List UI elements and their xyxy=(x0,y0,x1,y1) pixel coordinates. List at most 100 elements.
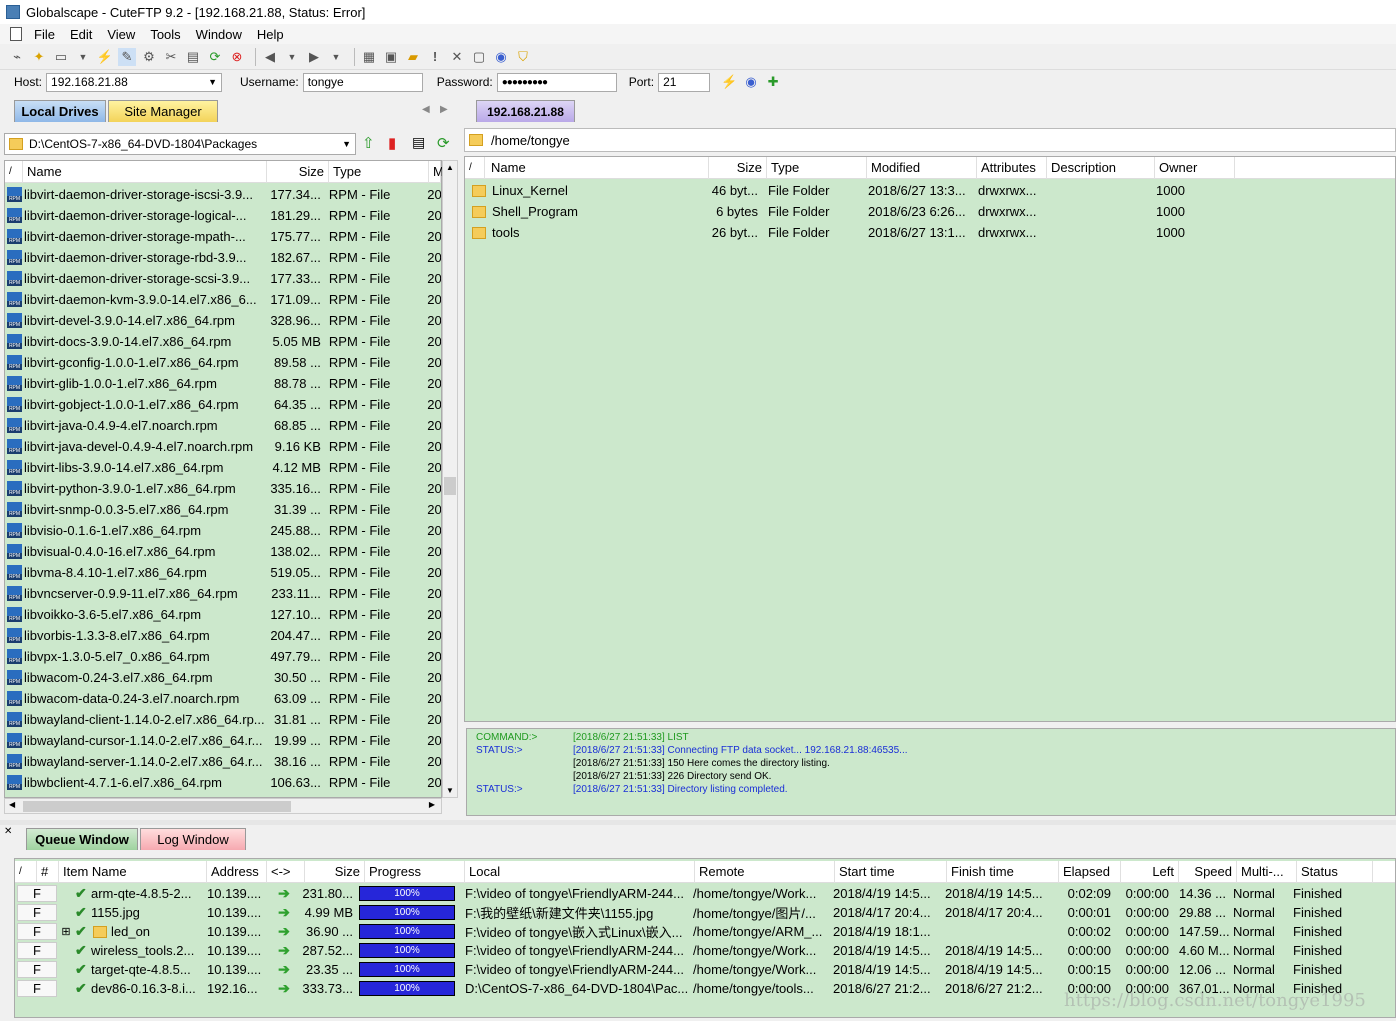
scroll-thumb[interactable] xyxy=(23,801,291,812)
menu-window[interactable]: Window xyxy=(190,27,251,42)
local-file-row[interactable]: libvirt-daemon-driver-storage-iscsi-3.9.… xyxy=(7,184,441,205)
local-file-row[interactable]: libvirt-daemon-driver-storage-scsi-3.9..… xyxy=(7,268,441,289)
edit-icon[interactable]: ▦ xyxy=(360,48,378,66)
tab-site-manager[interactable]: Site Manager xyxy=(108,100,218,122)
col-sort[interactable]: / xyxy=(465,156,485,179)
properties-icon[interactable]: ▢ xyxy=(470,48,488,66)
forward-icon[interactable]: ▶ xyxy=(305,48,323,66)
local-file-row[interactable]: libvma-8.4.10-1.el7.x86_64.rpm 519.05... R… xyxy=(7,562,441,583)
local-file-row[interactable]: libvirt-python-3.9.0-1.el7.x86_64.rpm 335… xyxy=(7,478,441,499)
connect-icon[interactable]: ⌁ xyxy=(8,48,26,66)
view-icon[interactable]: ▣ xyxy=(382,48,400,66)
new-folder-icon[interactable]: ▰ xyxy=(404,48,422,66)
tab-local-drives[interactable]: Local Drives xyxy=(14,100,106,122)
tab-queue-window[interactable]: Queue Window xyxy=(26,828,138,850)
col-type[interactable]: Type xyxy=(767,156,867,179)
local-file-row[interactable]: libvisio-0.1.6-1.el7.x86_64.rpm 245.88...… xyxy=(7,520,441,541)
remote-folder-row[interactable]: Linux_Kernel 46 byt... File Folder 2018/6/2… xyxy=(472,180,1392,201)
vertical-scrollbar[interactable]: ▲ ▼ xyxy=(442,160,458,798)
reconnect-icon[interactable]: ⚙ xyxy=(140,48,158,66)
local-path-select[interactable]: D:\CentOS-7-x86_64-DVD-1804\Packages ▼ xyxy=(4,133,356,155)
local-file-row[interactable]: libvirt-gconfig-1.0.0-1.el7.x86_64.rpm 89… xyxy=(7,352,441,373)
add-site-icon[interactable]: ✚ xyxy=(764,73,782,91)
remote-folder-row[interactable]: tools 26 byt... File Folder 2018/6/27 13:1.… xyxy=(472,222,1392,243)
col-description[interactable]: Description xyxy=(1047,156,1155,179)
port-input[interactable]: 21 xyxy=(658,72,711,92)
menu-tools[interactable]: Tools xyxy=(144,27,189,42)
menu-help[interactable]: Help xyxy=(251,27,293,42)
local-file-row[interactable]: libvoikko-3.6-5.el7.x86_64.rpm 127.10... R… xyxy=(7,604,441,625)
col-left[interactable]: Left xyxy=(1121,860,1179,883)
scroll-left-icon[interactable]: ◀ xyxy=(9,800,15,809)
local-file-row[interactable]: libvirt-java-devel-0.4.9-4.el7.noarch.rp… xyxy=(7,436,441,457)
local-file-row[interactable]: libvorbis-1.3.3-8.el7.x86_64.rpm 204.47..… xyxy=(7,625,441,646)
col-address[interactable]: Address xyxy=(207,860,267,883)
exclamation-icon[interactable]: ! xyxy=(426,48,444,66)
connect-icon[interactable]: ⚡ xyxy=(720,73,738,91)
password-input[interactable]: ●●●●●●●●● xyxy=(496,72,617,92)
col-progress[interactable]: Progress xyxy=(365,860,465,883)
col-modified[interactable]: Modified xyxy=(867,156,977,179)
host-input[interactable]: 192.168.21.88 ▼ xyxy=(46,72,223,92)
settings-icon[interactable]: ◉ xyxy=(492,48,510,66)
col-size[interactable]: Size xyxy=(267,160,329,183)
local-file-row[interactable]: libvirt-daemon-driver-storage-logical-..… xyxy=(7,205,441,226)
queue-row[interactable]: F ✔ target-qte-4.8.5... 10.139.... ➔ 23.35 ..… xyxy=(17,960,1395,979)
chevron-down-icon[interactable]: ▼ xyxy=(342,139,351,149)
local-file-row[interactable]: libvirt-gobject-1.0.0-1.el7.x86_64.rpm 64… xyxy=(7,394,441,415)
delete-icon[interactable]: ✕ xyxy=(448,48,466,66)
local-file-row[interactable]: libvirt-libs-3.9.0-14.el7.x86_64.rpm 4.12… xyxy=(7,457,441,478)
chevron-down-icon[interactable]: ▼ xyxy=(208,77,217,87)
col-modified[interactable]: M xyxy=(429,160,444,183)
local-file-row[interactable]: libvirt-glib-1.0.0-1.el7.x86_64.rpm 88.78… xyxy=(7,373,441,394)
queue-row[interactable]: F ✔ wireless_tools.2... 10.139.... ➔ 287.52..… xyxy=(17,941,1395,960)
col-start-time[interactable]: Start time xyxy=(835,860,947,883)
col-attributes[interactable]: Attributes xyxy=(977,156,1047,179)
horizontal-scrollbar[interactable]: ◀ ▶ xyxy=(4,798,442,814)
splitter[interactable] xyxy=(0,820,1396,825)
quick-connect-icon[interactable]: ✦ xyxy=(30,48,48,66)
local-file-row[interactable]: libwayland-server-1.14.0-2.el7.x86_64.r.… xyxy=(7,751,441,772)
col-elapsed[interactable]: Elapsed xyxy=(1059,860,1121,883)
col-name[interactable]: Name xyxy=(485,156,709,179)
shield-icon[interactable]: ⛉ xyxy=(514,48,532,66)
col-sort[interactable]: / xyxy=(15,860,37,883)
expand-icon[interactable]: ⊞ xyxy=(57,925,75,938)
disconnect-icon[interactable]: ⚡ xyxy=(96,48,114,66)
stop-connect-icon[interactable]: ✂ xyxy=(162,48,180,66)
scroll-right-icon[interactable]: ▶ xyxy=(440,104,448,115)
scroll-left-icon[interactable]: ◀ xyxy=(422,104,430,115)
local-file-row[interactable]: libvirt-java-0.4.9-4.el7.noarch.rpm 68.85… xyxy=(7,415,441,436)
col-type[interactable]: Type xyxy=(329,160,429,183)
back-icon[interactable]: ◀ xyxy=(261,48,279,66)
close-icon[interactable]: ✕ xyxy=(4,826,12,837)
local-file-row[interactable]: libwacom-data-0.24-3.el7.noarch.rpm 63.09… xyxy=(7,688,441,709)
new-icon[interactable]: ▭ xyxy=(52,48,70,66)
local-file-row[interactable]: libvisual-0.4.0-16.el7.x86_64.rpm 138.02.… xyxy=(7,541,441,562)
scroll-up-icon[interactable]: ▲ xyxy=(446,163,454,172)
queue-row[interactable]: F ✔ 1155.jpg 10.139.... ➔ 4.99 MB 100% F:\我的壁纸\… xyxy=(17,903,1395,922)
col-number[interactable]: # xyxy=(37,860,59,883)
scroll-right-icon[interactable]: ▶ xyxy=(429,800,435,809)
col-status[interactable]: Status xyxy=(1297,860,1373,883)
dropdown-arrow-icon[interactable]: ▼ xyxy=(327,48,345,66)
settings-icon[interactable]: ◉ xyxy=(742,73,760,91)
scroll-down-icon[interactable]: ▼ xyxy=(446,786,454,795)
bookmark-icon[interactable]: ▮ xyxy=(388,134,396,152)
stop-icon[interactable]: ⊗ xyxy=(228,48,246,66)
tab-log-window[interactable]: Log Window xyxy=(140,828,246,850)
col-size[interactable]: Size xyxy=(709,156,767,179)
remote-path-bar[interactable]: /home/tongye xyxy=(464,128,1396,152)
col-size[interactable]: Size xyxy=(305,860,365,883)
remote-folder-row[interactable]: Shell_Program 6 bytes File Folder 2018/6/23… xyxy=(472,201,1392,222)
up-folder-icon[interactable]: ⇧ xyxy=(362,134,375,152)
col-finish-time[interactable]: Finish time xyxy=(947,860,1059,883)
queue-row[interactable]: F ⊞ ✔ led_on 10.139.... ➔ 36.90 ... 100% F:\vide… xyxy=(17,922,1395,941)
local-file-row[interactable]: libvirt-docs-3.9.0-14.el7.x86_64.rpm 5.05… xyxy=(7,331,441,352)
local-file-row[interactable]: libvirt-daemon-driver-storage-mpath-... 1… xyxy=(7,226,441,247)
local-file-row[interactable]: libvirt-daemon-kvm-3.9.0-14.el7.x86_6...… xyxy=(7,289,441,310)
scroll-thumb[interactable] xyxy=(444,477,456,495)
refresh-icon[interactable]: ⟳ xyxy=(437,134,450,152)
local-file-row[interactable]: libwbclient-4.7.1-6.el7.x86_64.rpm 106.63… xyxy=(7,772,441,793)
download-icon[interactable]: ▤ xyxy=(184,48,202,66)
